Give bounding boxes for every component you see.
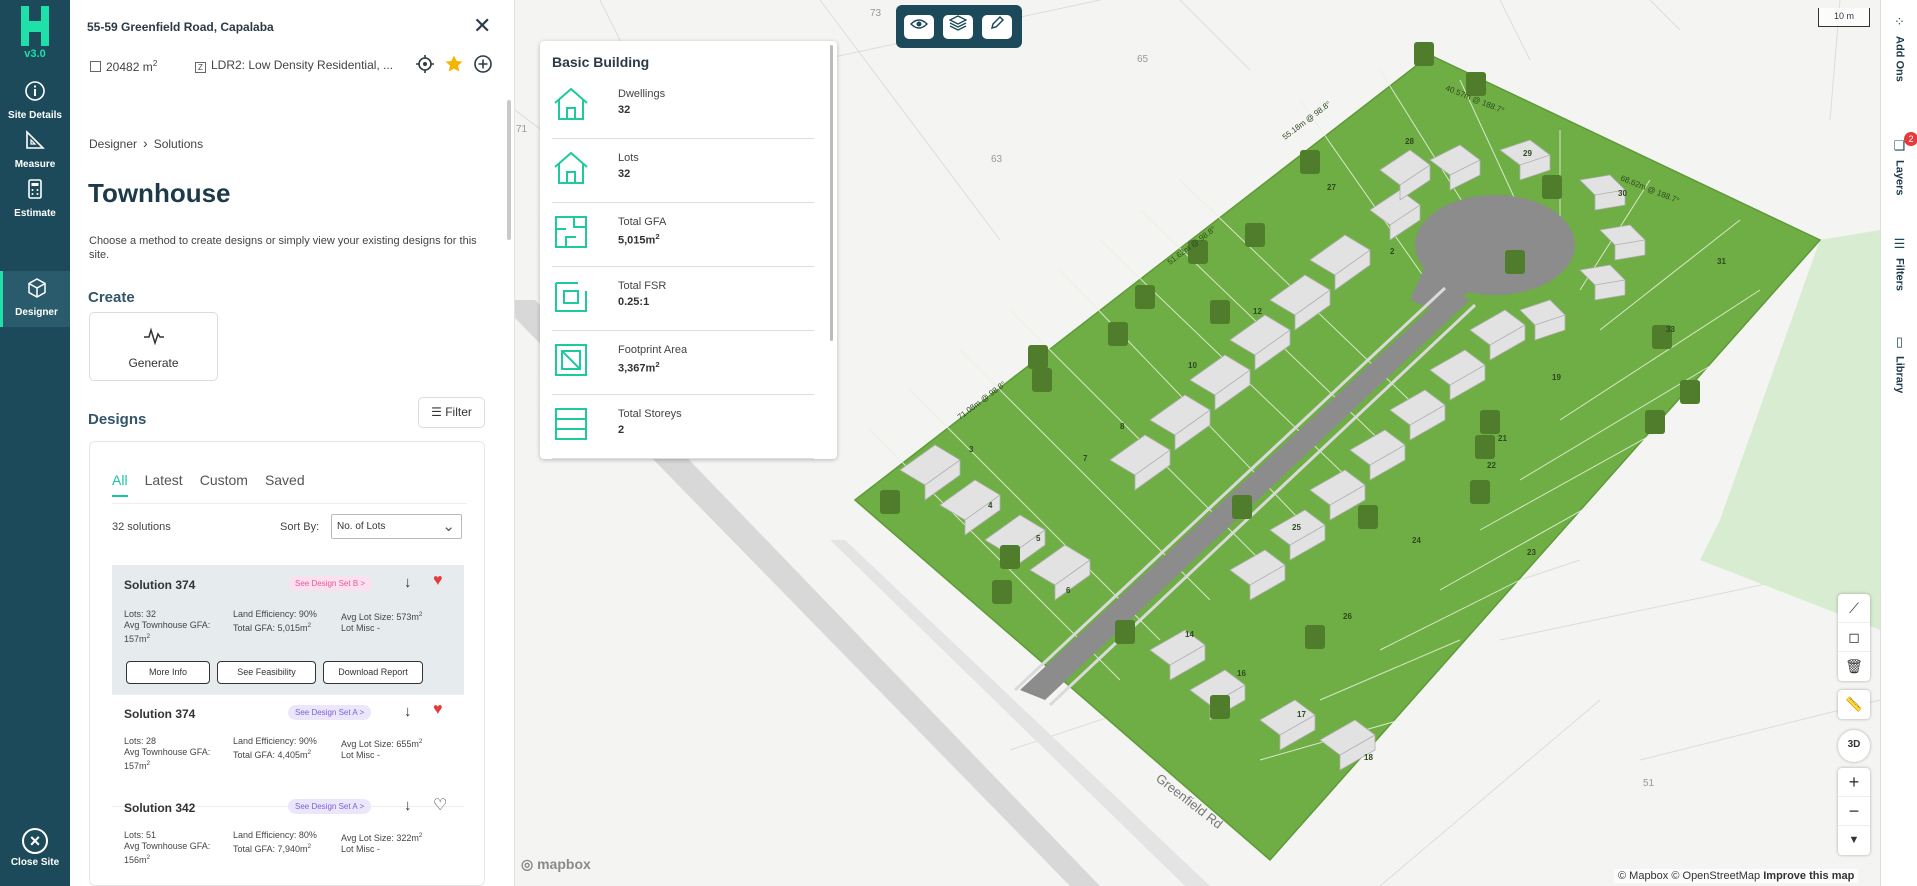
info-value: 32 xyxy=(618,104,631,116)
right-rail-add-ons[interactable]: ⁘ Add Ons xyxy=(1881,14,1917,82)
three-d-tool: 3D xyxy=(1838,730,1870,762)
lot-number: 4 xyxy=(988,501,993,510)
lot-number: 16 xyxy=(1237,669,1246,678)
addons-icon: ⁘ xyxy=(1894,14,1905,29)
info-label: Lots xyxy=(618,152,639,164)
lot-number: 21 xyxy=(1498,434,1507,443)
parcel-label: 73 xyxy=(870,8,882,19)
info-row-dwellings: Dwellings 32 xyxy=(552,75,814,139)
improve-map-link[interactable]: Improve this map xyxy=(1763,870,1854,882)
lot-number: 22 xyxy=(1487,461,1496,470)
info-label: Dwellings xyxy=(618,88,666,100)
trash-icon[interactable]: 🗑 xyxy=(1838,652,1870,681)
fsr-icon xyxy=(555,282,587,312)
parcel-label: 51 xyxy=(1643,778,1655,789)
lot-number: 24 xyxy=(1412,536,1421,545)
lot-number: 30 xyxy=(1618,189,1627,198)
compass-icon[interactable]: ▼ xyxy=(1838,826,1870,855)
map-scale-bar: 10 m xyxy=(1818,8,1870,27)
house-icon xyxy=(554,151,588,184)
lot-number: 31 xyxy=(1717,257,1726,266)
info-card-scrollbar[interactable] xyxy=(830,45,833,341)
right-rail-layers[interactable]: ❏ 2 Layers xyxy=(1881,132,1917,196)
lot-number: 25 xyxy=(1292,523,1301,532)
info-card-title: Basic Building xyxy=(552,54,650,70)
info-label: Footprint Area xyxy=(618,344,688,356)
lot-number: 23 xyxy=(1527,548,1536,557)
layers-count-badge: 2 xyxy=(1904,132,1917,146)
lot-number: 14 xyxy=(1185,630,1194,639)
right-rail-label: Filters xyxy=(1893,258,1906,292)
storeys-icon xyxy=(555,408,587,440)
lot-number: 19 xyxy=(1552,373,1561,382)
filters-icon: ☰ xyxy=(1893,236,1906,251)
lot-number: 12 xyxy=(1253,307,1262,316)
lot-number: 6 xyxy=(1066,586,1071,595)
eye-icon[interactable] xyxy=(904,15,934,39)
lot-number: 18 xyxy=(1364,753,1373,762)
3d-icon[interactable]: 3D xyxy=(1838,730,1870,759)
info-row-total-fsr: Total FSR 0.25:1 xyxy=(552,267,814,331)
library-icon: ▯ xyxy=(1895,334,1904,349)
lot-number: 17 xyxy=(1297,710,1306,719)
right-rail-label: Layers xyxy=(1893,160,1906,196)
app-root: v3.0 Site Details Measure Estimate Desig… xyxy=(0,0,1917,886)
draw-tools: ⟋ ◻ 🗑 xyxy=(1838,594,1870,681)
attribution-text[interactable]: © Mapbox © OpenStreetMap xyxy=(1618,870,1760,882)
right-rail-label: Library xyxy=(1893,356,1906,394)
right-rail: ⁘ Add Ons ❏ 2 Layers ☰ Filters ▯ Library xyxy=(1880,0,1917,886)
lot-number: 29 xyxy=(1523,149,1532,158)
map-toolbar xyxy=(896,5,1022,48)
footprint-icon xyxy=(555,344,587,376)
line-icon[interactable]: ⟋ xyxy=(1838,594,1870,623)
floorplan-icon xyxy=(555,216,587,248)
lot-number: 27 xyxy=(1327,183,1336,192)
lot-number: 2 xyxy=(1390,247,1395,256)
parcel-label: 71 xyxy=(516,124,528,135)
layers-icon[interactable] xyxy=(943,15,973,39)
lot-number: 8 xyxy=(1120,422,1125,431)
lot-number: 3 xyxy=(969,445,974,454)
info-row-lots: Lots 32 xyxy=(552,139,814,203)
info-label: Total GFA xyxy=(618,216,667,228)
polygon-icon[interactable]: ◻ xyxy=(1838,623,1870,652)
zoom-in-icon[interactable]: + xyxy=(1838,768,1870,797)
info-value: 3,367m2 xyxy=(618,360,660,375)
pencil-icon[interactable] xyxy=(982,15,1012,39)
parcel-label: 63 xyxy=(991,154,1003,165)
zoom-out-icon[interactable]: − xyxy=(1838,797,1870,826)
ruler-icon[interactable]: 📏 xyxy=(1838,690,1870,719)
info-row-total-gfa: Total GFA 5,015m2 xyxy=(552,203,814,267)
lot-number: 10 xyxy=(1188,361,1197,370)
right-rail-library[interactable]: ▯ Library xyxy=(1881,334,1917,393)
right-rail-label: Add Ons xyxy=(1893,36,1906,82)
lot-number: 26 xyxy=(1343,612,1352,621)
map-attribution: © Mapbox © OpenStreetMap Improve this ma… xyxy=(1614,869,1859,883)
mapbox-logo[interactable]: ◎ mapbox xyxy=(521,856,591,873)
info-value: 0.25:1 xyxy=(618,296,650,308)
map-canvas[interactable]: 73 65 71 63 51 Greenfield Rd 40.57m @ 18… xyxy=(0,0,1917,886)
info-row-total-storeys: Total Storeys 2 xyxy=(552,395,814,459)
lot-number: 7 xyxy=(1083,454,1088,463)
right-rail-filters[interactable]: ☰ Filters xyxy=(1881,236,1917,291)
info-value: 5,015m2 xyxy=(618,232,660,247)
ruler-tool: 📏 xyxy=(1838,690,1870,719)
zoom-controls: + − ▼ xyxy=(1838,768,1870,855)
basic-building-card: Basic Building Dwellings 32 Lots 32 Tota… xyxy=(540,41,837,459)
parcel-label: 65 xyxy=(1137,54,1149,65)
lot-number: 5 xyxy=(1036,534,1041,543)
info-value: 32 xyxy=(618,168,631,180)
house-icon xyxy=(554,87,588,120)
info-row-footprint-area: Footprint Area 3,367m2 xyxy=(552,331,814,395)
lot-number: 33 xyxy=(1666,325,1675,334)
info-label: Total Storeys xyxy=(618,408,682,420)
info-value: 2 xyxy=(618,424,625,436)
info-label: Total FSR xyxy=(618,280,667,292)
lot-number: 28 xyxy=(1405,137,1414,146)
